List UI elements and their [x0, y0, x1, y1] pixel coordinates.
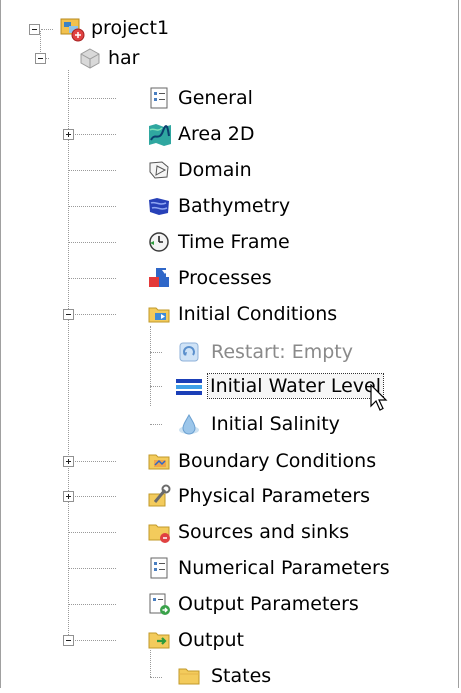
project-icon	[60, 16, 85, 42]
collapse-toggle-project1[interactable]	[29, 24, 40, 35]
tree-node-initial-water-level[interactable]: Initial Water Level	[207, 373, 384, 399]
tree-node-initial-salinity[interactable]: Initial Salinity	[211, 412, 340, 436]
tree-line	[150, 650, 151, 677]
tree-node-bathymetry[interactable]: Bathymetry	[178, 194, 290, 218]
salinity-drop-icon	[177, 412, 201, 436]
tree-node-physical-parameters[interactable]: Physical Parameters	[178, 484, 370, 508]
collapse-toggle-output[interactable]	[63, 635, 74, 646]
model-cube-icon	[78, 46, 102, 70]
numerical-document-icon	[147, 556, 171, 580]
tree-line	[150, 386, 162, 387]
tree-node-output[interactable]: Output	[178, 628, 244, 652]
restart-icon	[177, 340, 201, 364]
project-tree-view[interactable]: project1 har General Area 2D Domain Bath…	[0, 0, 459, 688]
domain-outline-icon	[147, 158, 171, 182]
tree-line	[41, 29, 53, 30]
collapse-toggle-har[interactable]	[35, 53, 46, 64]
expand-toggle-physical-parameters[interactable]	[63, 491, 74, 502]
tree-line	[68, 134, 116, 135]
tree-node-states[interactable]: States	[211, 664, 271, 688]
wrench-settings-icon	[147, 484, 171, 508]
tree-node-area2d[interactable]: Area 2D	[178, 122, 254, 146]
folder-initial-icon	[147, 302, 171, 326]
tree-node-numerical-parameters[interactable]: Numerical Parameters	[178, 556, 390, 580]
tree-line	[68, 98, 116, 99]
tree-line	[68, 170, 116, 171]
folder-icon	[177, 664, 201, 688]
tree-node-general[interactable]: General	[178, 86, 253, 110]
folder-output-icon	[147, 628, 171, 652]
tree-line	[150, 424, 162, 425]
folder-boundary-icon	[147, 449, 171, 473]
tree-line	[150, 352, 162, 353]
tree-line	[150, 326, 151, 406]
tree-line	[68, 70, 69, 645]
bathymetry-icon	[147, 194, 171, 218]
tree-node-boundary-conditions[interactable]: Boundary Conditions	[178, 449, 376, 473]
output-document-icon	[147, 592, 171, 616]
tree-line	[68, 314, 116, 315]
water-level-icon	[175, 374, 202, 398]
tree-node-output-parameters[interactable]: Output Parameters	[178, 592, 359, 616]
clock-icon	[147, 230, 171, 254]
tree-node-har[interactable]: har	[108, 46, 140, 70]
document-properties-icon	[147, 86, 171, 110]
tree-node-restart[interactable]: Restart: Empty	[211, 340, 353, 364]
mouse-pointer-icon	[369, 383, 389, 417]
tree-line	[68, 532, 116, 533]
processes-blocks-icon	[147, 266, 171, 290]
tree-line	[68, 640, 116, 641]
tree-line	[68, 496, 116, 497]
tree-node-timeframe[interactable]: Time Frame	[178, 230, 290, 254]
tree-line	[68, 206, 116, 207]
tree-line	[68, 242, 116, 243]
area-map-icon	[147, 122, 171, 146]
tree-node-domain[interactable]: Domain	[178, 158, 252, 182]
tree-line	[68, 604, 116, 605]
tree-node-sources-and-sinks[interactable]: Sources and sinks	[178, 520, 349, 544]
collapse-toggle-initial-conditions[interactable]	[63, 309, 74, 320]
tree-line	[68, 568, 116, 569]
folder-sources-icon	[147, 520, 171, 544]
tree-node-initial-conditions[interactable]: Initial Conditions	[178, 302, 337, 326]
tree-node-processes[interactable]: Processes	[178, 266, 272, 290]
tree-node-project1[interactable]: project1	[91, 16, 169, 40]
expand-toggle-area2d[interactable]	[63, 129, 74, 140]
tree-line	[150, 677, 162, 678]
tree-line	[68, 461, 116, 462]
tree-line	[68, 278, 116, 279]
expand-toggle-boundary-conditions[interactable]	[63, 456, 74, 467]
